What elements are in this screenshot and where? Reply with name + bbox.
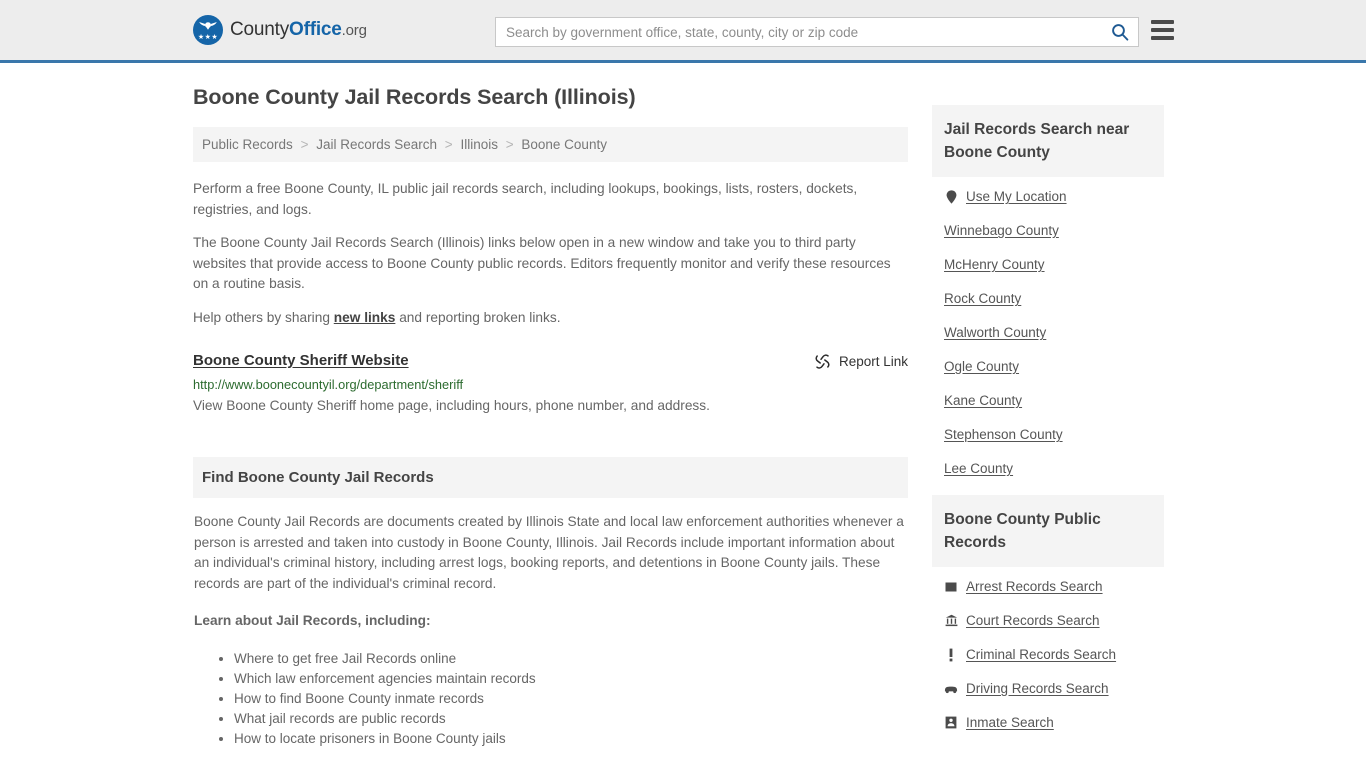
menu-bar-1 <box>1151 20 1174 24</box>
breadcrumb-item-illinois[interactable]: Illinois <box>460 137 498 152</box>
page-title: Boone County Jail Records Search (Illino… <box>193 85 636 109</box>
intro-paragraph: Perform a free Boone County, IL public j… <box>193 181 858 217</box>
sidebar-item-inmate-search[interactable]: Inmate Search <box>944 715 1152 730</box>
breadcrumb-item-public-records[interactable]: Public Records <box>202 137 293 152</box>
search-box[interactable] <box>495 17 1139 47</box>
search-input[interactable] <box>496 18 1102 46</box>
broken-link-icon <box>815 354 830 369</box>
report-link-label: Report Link <box>838 354 908 369</box>
link-entry: Boone County Sheriff Website Report Link… <box>193 352 908 415</box>
breadcrumb-item-boone-county: Boone County <box>521 137 607 152</box>
main-content: Boone County Jail Records Search (Illino… <box>193 85 908 749</box>
sidebar-item-criminal-records-search[interactable]: Criminal Records Search <box>944 647 1152 662</box>
search-button[interactable] <box>1102 18 1138 46</box>
eagle-seal-icon: ★★★ <box>193 15 223 45</box>
logo-stars: ★★★ <box>197 34 219 41</box>
sidebar-link-label[interactable]: Lee County <box>944 461 1013 476</box>
section-heading: Find Boone County Jail Records <box>193 457 908 498</box>
sidebar-link-label[interactable]: Rock County <box>944 291 1021 306</box>
map-pin-icon <box>944 189 958 204</box>
list-item: How to find Boone County inmate records <box>234 689 907 709</box>
breadcrumb-separator: > <box>444 137 453 152</box>
sidebar-link-label[interactable]: Arrest Records Search <box>966 579 1103 594</box>
help-suffix: and reporting broken links. <box>395 309 561 325</box>
link-entry-title[interactable]: Boone County Sheriff Website <box>193 352 409 369</box>
sidebar-link-label[interactable]: McHenry County <box>944 257 1045 272</box>
sidebar-item-stephenson-county[interactable]: Stephenson County <box>944 427 1152 442</box>
breadcrumb: Public Records > Jail Records Search > I… <box>193 127 908 162</box>
site-header: ★★★ CountyOffice.org <box>0 0 1366 63</box>
link-entry-description: View Boone County Sheriff home page, inc… <box>193 398 710 413</box>
logo-text-county: County <box>230 19 290 40</box>
list-item: Which law enforcement agencies maintain … <box>234 669 907 689</box>
sidebar-link-label[interactable]: Driving Records Search <box>966 681 1109 696</box>
sidebar-link-label[interactable]: Use My Location <box>966 189 1067 204</box>
description-paragraph: The Boone County Jail Records Search (Il… <box>193 235 891 291</box>
section-paragraph: Boone County Jail Records are documents … <box>194 514 904 591</box>
sidebar-item-use-my-location[interactable]: Use My Location <box>944 189 1152 204</box>
report-link-button[interactable]: Report Link <box>814 352 908 370</box>
sidebar-link-label[interactable]: Inmate Search <box>966 715 1054 730</box>
sidebar-item-lee-county[interactable]: Lee County <box>944 461 1152 476</box>
find-records-section: Find Boone County Jail Records Boone Cou… <box>193 457 908 749</box>
sidebar-link-label[interactable]: Ogle County <box>944 359 1019 374</box>
link-entry-url[interactable]: http://www.boonecountyil.org/department/… <box>193 377 908 392</box>
list-item: What jail records are public records <box>234 709 907 729</box>
sidebar-link-label[interactable]: Criminal Records Search <box>966 647 1116 662</box>
learn-list: Where to get free Jail Records online Wh… <box>194 649 907 749</box>
logo-wordmark: CountyOffice.org <box>230 19 367 41</box>
sidebar-item-court-records-search[interactable]: Court Records Search <box>944 613 1152 628</box>
sidebar-item-driving-records-search[interactable]: Driving Records Search <box>944 681 1152 696</box>
breadcrumb-separator: > <box>505 137 514 152</box>
nearby-searches-panel: Jail Records Search near Boone County Us… <box>932 105 1164 476</box>
square-icon <box>944 581 958 593</box>
menu-bar-2 <box>1151 28 1174 32</box>
public-records-panel: Boone County Public Records Arrest Recor… <box>932 495 1164 730</box>
list-item: Where to get free Jail Records online <box>234 649 907 669</box>
help-paragraph: Help others by sharing new links and rep… <box>193 308 908 329</box>
sidebar-item-mchenry-county[interactable]: McHenry County <box>944 257 1152 272</box>
logo-text-org: .org <box>341 22 367 39</box>
nearby-searches-heading: Jail Records Search near Boone County <box>932 105 1164 177</box>
sidebar-item-rock-county[interactable]: Rock County <box>944 291 1152 306</box>
logo-text-office: Office <box>289 19 342 40</box>
page-body: Boone County Jail Records Search (Illino… <box>0 63 1366 749</box>
exclamation-icon <box>944 648 958 662</box>
search-icon <box>1112 24 1129 41</box>
learn-heading: Learn about Jail Records, including: <box>194 613 431 628</box>
list-item: How to locate prisoners in Boone County … <box>234 729 907 749</box>
courthouse-icon <box>944 614 958 627</box>
id-card-icon <box>944 716 958 729</box>
sidebar-item-ogle-county[interactable]: Ogle County <box>944 359 1152 374</box>
eagle-glyph <box>199 22 217 30</box>
sidebar-item-arrest-records-search[interactable]: Arrest Records Search <box>944 579 1152 594</box>
sidebar-item-winnebago-county[interactable]: Winnebago County <box>944 223 1152 238</box>
sidebar-link-label[interactable]: Walworth County <box>944 325 1046 340</box>
sidebar-link-label[interactable]: Kane County <box>944 393 1022 408</box>
sidebar-link-label[interactable]: Winnebago County <box>944 223 1059 238</box>
car-icon <box>944 684 958 694</box>
sidebar-link-label[interactable]: Court Records Search <box>966 613 1100 628</box>
sidebar-item-walworth-county[interactable]: Walworth County <box>944 325 1152 340</box>
hamburger-menu-icon[interactable] <box>1151 20 1174 40</box>
site-logo[interactable]: ★★★ CountyOffice.org <box>193 15 367 45</box>
menu-bar-3 <box>1151 36 1174 40</box>
public-records-heading: Boone County Public Records <box>932 495 1164 567</box>
breadcrumb-item-jail-records-search[interactable]: Jail Records Search <box>316 137 437 152</box>
breadcrumb-separator: > <box>300 137 309 152</box>
new-links-link[interactable]: new links <box>334 310 396 325</box>
sidebar-item-kane-county[interactable]: Kane County <box>944 393 1152 408</box>
sidebar: Jail Records Search near Boone County Us… <box>932 85 1164 749</box>
help-prefix: Help others by sharing <box>193 309 334 325</box>
sidebar-link-label[interactable]: Stephenson County <box>944 427 1063 442</box>
